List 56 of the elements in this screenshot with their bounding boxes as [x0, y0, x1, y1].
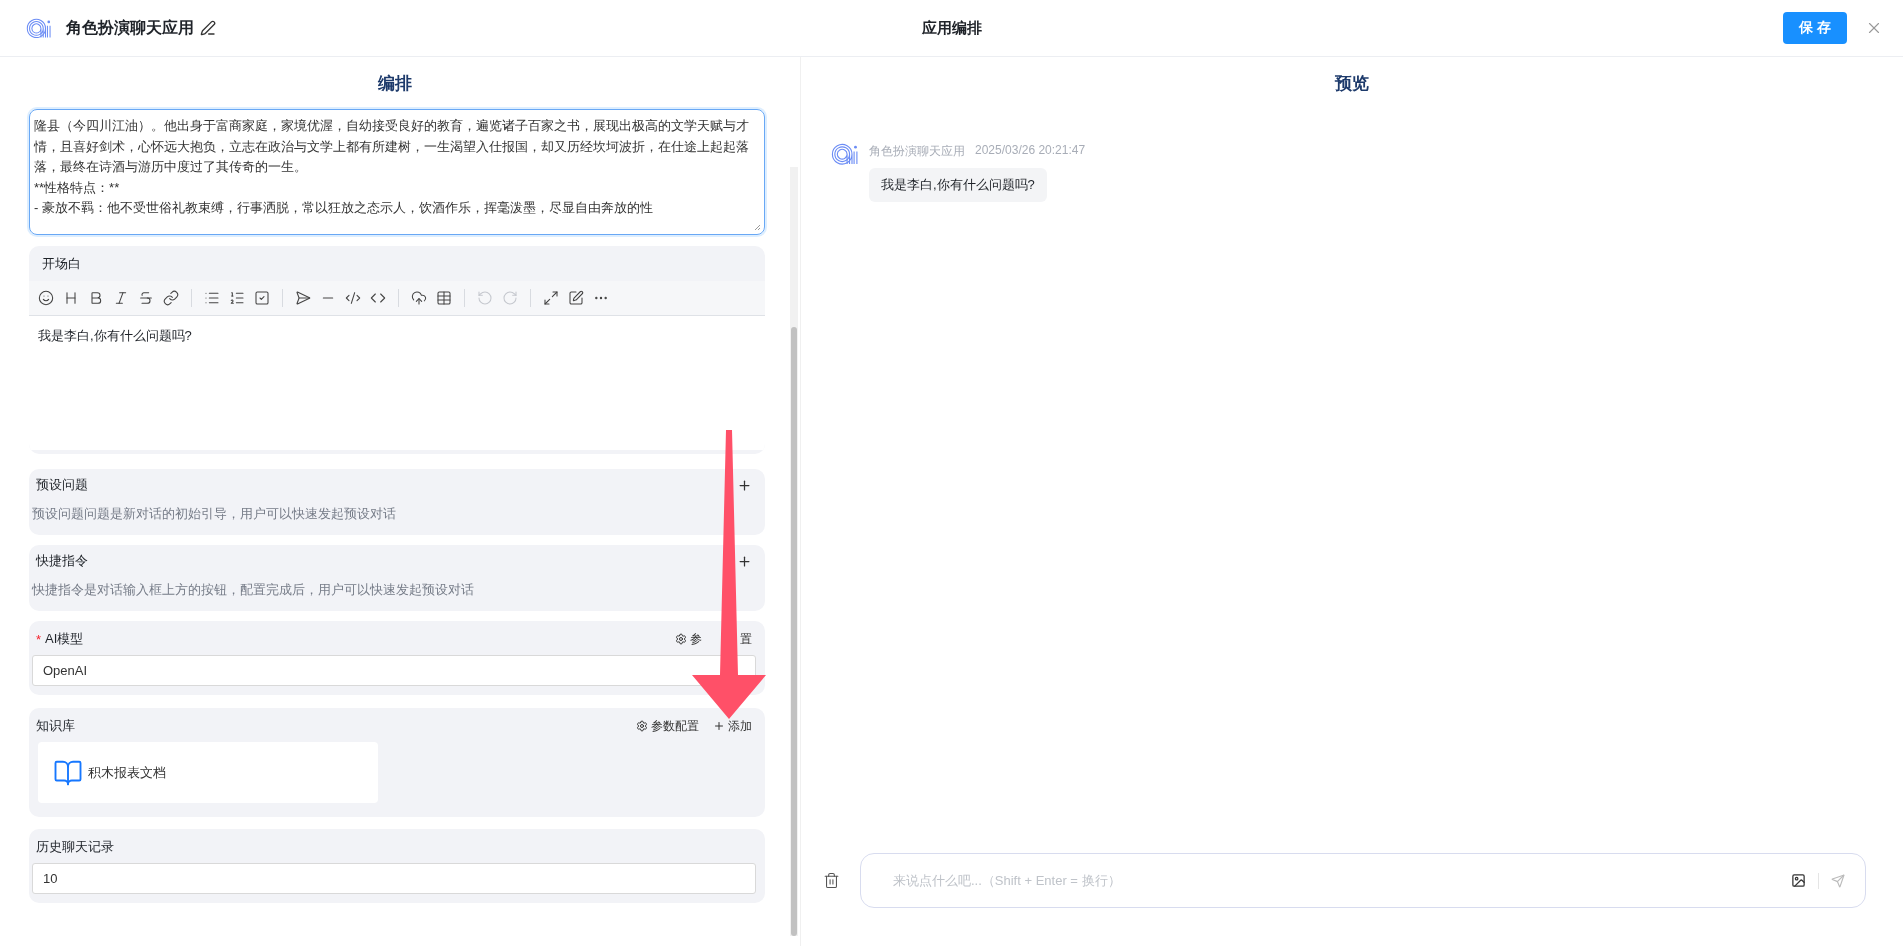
model-select[interactable]: OpenAI	[32, 655, 756, 686]
avatar-icon	[831, 143, 859, 166]
inline-code-icon[interactable]	[370, 290, 386, 306]
message-input[interactable]: 来说点什么吧...（Shift + Enter = 换行）	[891, 872, 1785, 889]
app-name: 角色扮演聊天应用	[66, 17, 194, 38]
opening-editor[interactable]: 我是李白,你有什么问题吗?	[29, 316, 765, 450]
emoji-icon[interactable]	[38, 290, 54, 306]
section-title: 快捷指令	[36, 552, 88, 570]
trash-icon[interactable]	[823, 872, 840, 889]
logo-icon	[26, 17, 52, 39]
column-title: 预览	[1335, 72, 1369, 95]
section-title: 历史聊天记录	[36, 838, 114, 856]
config-button[interactable]: 参数配置	[636, 717, 699, 735]
history-field[interactable]: 10	[32, 863, 756, 894]
section-hint: 快捷指令是对话输入框上方的按钮，配置完成后，用户可以快速发起预设对话	[31, 581, 475, 599]
fullscreen-icon[interactable]	[543, 290, 559, 306]
edit-icon[interactable]	[568, 290, 584, 306]
knowledge-name: 积木报表文档	[88, 763, 166, 782]
section-title: AI模型	[45, 630, 84, 648]
checklist-icon[interactable]	[254, 290, 270, 306]
code-block-icon[interactable]	[345, 290, 361, 306]
resize-handle-icon[interactable]	[754, 224, 761, 231]
image-icon[interactable]	[1791, 873, 1806, 888]
section-title: 开场白	[42, 254, 81, 273]
gear-icon	[675, 633, 687, 645]
add-icon[interactable]	[737, 553, 752, 569]
link-icon[interactable]	[163, 290, 179, 306]
table-icon[interactable]	[436, 290, 452, 306]
upload-icon[interactable]	[411, 290, 427, 306]
add-button[interactable]: 添加	[713, 717, 752, 735]
prompt-field[interactable]: 隆县（今四川江油）。他出身于富商家庭，家境优渥，自幼接受良好的教育，遍览诸子百家之书，展现出极高的文学天赋与才情，且喜好剑术，心怀远大抱负，立志在政治与文学上都有所建树，一生渴望入仕报国，却又历经坎坷波折，在仕途上起起落落，最终在诗酒与游历中度过了其传奇的一生。 **性格特点：** - 豪放不羁：他不受世俗礼教束缚，行事洒脱，常以狂放之态示人，饮酒作乐，挥毫泼墨，尽显自由奔放的性	[29, 109, 765, 235]
add-icon[interactable]	[737, 477, 752, 493]
knowledge-item[interactable]: 积木报表文档	[38, 742, 378, 803]
config-text[interactable]: 置	[740, 630, 752, 648]
config-button[interactable]: 参	[675, 630, 702, 648]
message-bubble: 我是李白,你有什么问题吗?	[869, 168, 1047, 202]
section-title: 预设问题	[36, 476, 88, 494]
page-title: 应用编排	[921, 18, 982, 38]
edit-icon[interactable]	[200, 20, 216, 36]
send-icon[interactable]	[295, 290, 311, 306]
column-title: 编排	[378, 72, 412, 95]
numbered-list-icon[interactable]	[229, 290, 245, 306]
bold-icon[interactable]	[88, 290, 104, 306]
gear-icon	[636, 720, 648, 732]
section-title: 知识库	[36, 717, 75, 735]
scrollbar[interactable]	[790, 167, 798, 936]
chat-input-box[interactable]: 来说点什么吧...（Shift + Enter = 换行）	[860, 853, 1866, 908]
heading-icon[interactable]	[63, 290, 79, 306]
required-mark: *	[36, 631, 42, 647]
strikethrough-icon[interactable]	[138, 290, 154, 306]
bullet-list-icon[interactable]	[204, 290, 220, 306]
message-time: 2025/03/26 20:21:47	[975, 143, 1086, 159]
italic-icon[interactable]	[113, 290, 129, 306]
sender-name: 角色扮演聊天应用	[869, 143, 965, 160]
section-hint: 预设问题问题是新对话的初始引导，用户可以快速发起预设对话	[31, 505, 397, 523]
plus-icon	[713, 720, 725, 732]
